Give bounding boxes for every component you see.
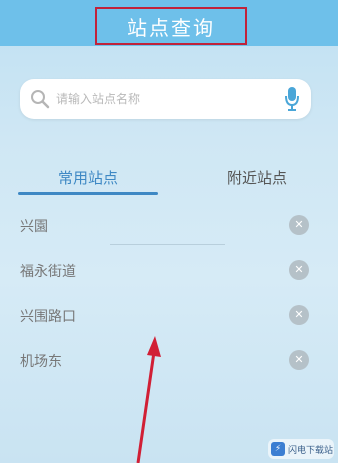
close-icon[interactable]: ✕ <box>289 260 309 280</box>
tab-nearby-stations[interactable]: 附近站点 <box>176 160 338 194</box>
station-tabs: 常用站点 附近站点 <box>0 160 338 198</box>
title-highlight-box: 站点查询 <box>95 7 247 45</box>
list-item[interactable]: 福永街道 ✕ <box>0 250 338 290</box>
page-title: 站点查询 <box>127 15 215 40</box>
active-tab-indicator <box>18 192 158 195</box>
station-name: 机场东 <box>20 354 62 370</box>
header-bar: 站点查询 <box>0 0 338 46</box>
watermark-logo-icon: ⚡ <box>271 442 285 456</box>
close-icon[interactable]: ✕ <box>289 305 309 325</box>
search-icon <box>31 90 50 109</box>
tab-frequent-stations[interactable]: 常用站点 <box>0 160 176 194</box>
search-input[interactable]: 请输入站点名称 <box>56 90 140 107</box>
list-item[interactable]: 机场东 ✕ <box>0 340 338 380</box>
list-item[interactable]: 兴園 ✕ <box>0 205 338 245</box>
microphone-icon[interactable] <box>283 85 301 113</box>
close-icon[interactable]: ✕ <box>289 350 309 370</box>
search-bar[interactable]: 请输入站点名称 <box>20 79 311 119</box>
station-name: 福永街道 <box>20 264 76 280</box>
close-icon[interactable]: ✕ <box>289 215 309 235</box>
station-name: 兴園 <box>20 219 48 235</box>
watermark: ⚡ 闪电下载站 <box>268 439 334 459</box>
station-name: 兴围路口 <box>20 309 76 325</box>
watermark-text: 闪电下载站 <box>288 445 334 456</box>
list-item[interactable]: 兴围路口 ✕ <box>0 295 338 335</box>
divider <box>110 244 225 245</box>
